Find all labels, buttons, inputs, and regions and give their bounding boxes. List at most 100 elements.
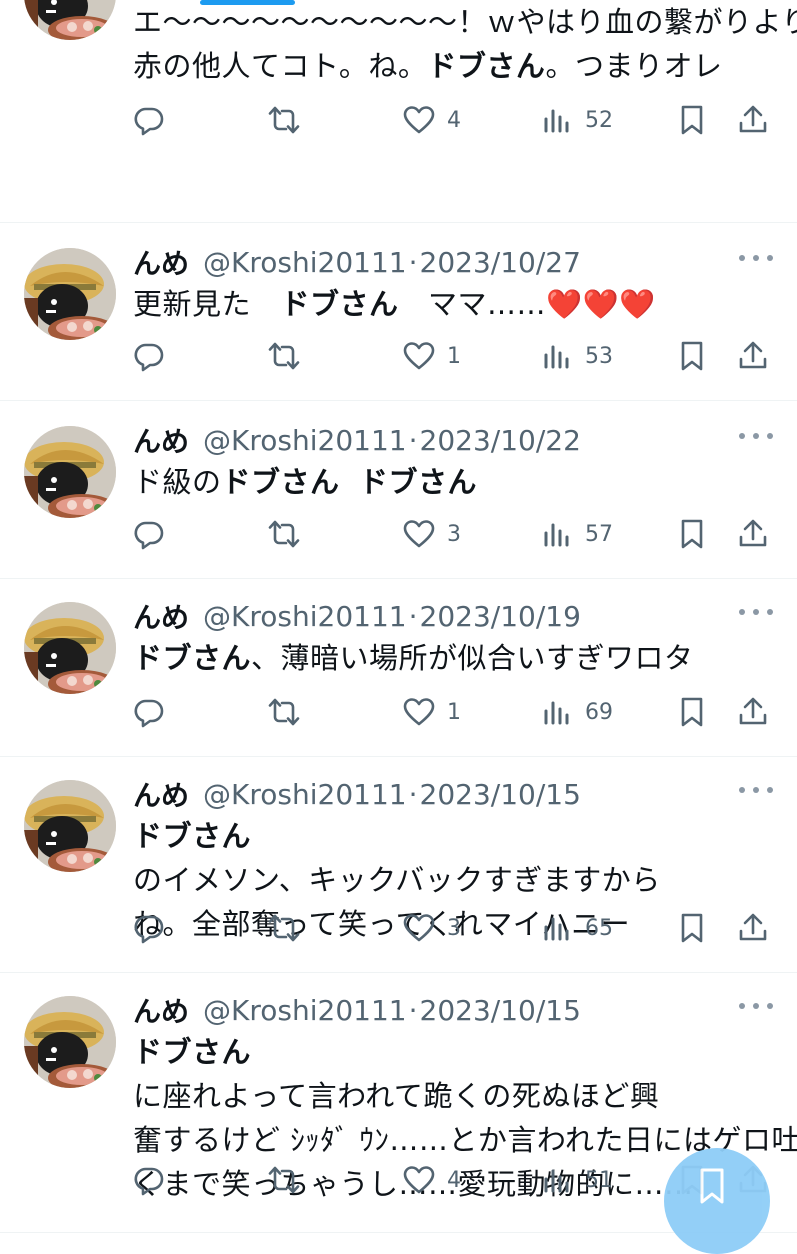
display-name[interactable]: んめ — [133, 596, 189, 636]
reply-button[interactable] — [133, 98, 165, 142]
retweet-icon — [268, 518, 300, 550]
avatar[interactable] — [24, 996, 116, 1088]
display-name[interactable]: んめ — [133, 990, 189, 1030]
bookmark-button[interactable] — [676, 98, 708, 142]
views-icon — [541, 340, 573, 372]
views-button[interactable]: 69 — [541, 690, 613, 734]
reply-button[interactable] — [133, 690, 165, 734]
tweet-date[interactable]: 2023/10/22 — [420, 424, 581, 457]
share-button[interactable] — [737, 512, 769, 556]
likes-count: 3 — [447, 521, 461, 547]
tweet[interactable]: んめ @Kroshi20111 · 2023/10/22 ド級のドブさん ドブさん 3 57 — [0, 400, 797, 579]
views-count: 69 — [585, 699, 613, 725]
text-segment: ド級の — [133, 465, 222, 499]
views-button[interactable]: 53 — [541, 334, 613, 378]
tweet[interactable]: んめ @Kroshi20111 · 2023/10/27 更新見た ドブさん ママ……❤… — [0, 222, 797, 401]
reply-button[interactable] — [133, 906, 165, 950]
like-button[interactable]: 4 — [403, 1158, 461, 1202]
tweet[interactable]: んめ@Kroshi20111·2023/10/25Twitter で褒められるの… — [0, 0, 797, 223]
retweet-button[interactable] — [268, 1158, 300, 1202]
views-icon — [541, 1164, 573, 1196]
highlighted-text: ドブさん — [133, 819, 252, 853]
more-icon[interactable] — [739, 780, 773, 800]
tweet-date[interactable]: 2023/10/15 — [420, 994, 581, 1027]
text-segment: 。つまりオレ — [545, 49, 723, 83]
bookmark-button[interactable] — [676, 690, 708, 734]
avatar[interactable] — [24, 602, 116, 694]
share-button[interactable] — [737, 906, 769, 950]
tweet-actions: 3 57 — [133, 512, 773, 556]
more-icon[interactable] — [739, 996, 773, 1016]
user-handle[interactable]: @Kroshi20111 — [203, 600, 407, 633]
views-count: 65 — [585, 915, 613, 941]
user-handle[interactable]: @Kroshi20111 — [203, 246, 407, 279]
reply-icon — [133, 104, 165, 136]
retweet-button[interactable] — [268, 690, 300, 734]
likes-count: 1 — [447, 699, 461, 725]
user-handle[interactable]: @Kroshi20111 — [203, 778, 407, 811]
views-button[interactable]: 51 — [541, 1158, 613, 1202]
tweet-date[interactable]: 2023/10/15 — [420, 778, 581, 811]
like-button[interactable]: 4 — [403, 98, 461, 142]
retweet-icon — [268, 696, 300, 728]
heart-icon — [403, 1164, 435, 1196]
reply-icon — [133, 1164, 165, 1196]
tweet-text-line: ドブさん、薄暗い場所が似合いすぎワロタ — [133, 636, 773, 680]
more-icon[interactable] — [739, 426, 773, 446]
tweet-text-line: 赤の他人てコト。ね。ドブさん。つまりオレ — [133, 44, 773, 88]
views-button[interactable]: 57 — [541, 512, 613, 556]
separator-dot: · — [408, 599, 418, 633]
like-button[interactable]: 1 — [403, 334, 461, 378]
reply-icon — [133, 912, 165, 944]
tweet-actions: 4 52 — [133, 98, 773, 142]
retweet-button[interactable] — [268, 334, 300, 378]
avatar[interactable] — [24, 248, 116, 340]
reply-button[interactable] — [133, 512, 165, 556]
more-icon[interactable] — [739, 602, 773, 622]
avatar[interactable] — [24, 780, 116, 872]
views-button[interactable]: 52 — [541, 98, 613, 142]
bookmark-button[interactable] — [676, 334, 708, 378]
display-name[interactable]: んめ — [133, 242, 189, 282]
reply-button[interactable] — [133, 334, 165, 378]
heart-icon — [403, 518, 435, 550]
display-name[interactable]: んめ — [133, 420, 189, 460]
tweet-text: ドブさん、薄暗い場所が似合いすぎワロタ — [133, 636, 773, 680]
share-button[interactable] — [737, 334, 769, 378]
tweet[interactable]: んめ @Kroshi20111 · 2023/10/19 ドブさん、薄暗い場所が似合いす… — [0, 578, 797, 757]
retweet-button[interactable] — [268, 906, 300, 950]
separator-dot: · — [408, 777, 418, 811]
more-icon[interactable] — [739, 248, 773, 268]
text-segment: 赤の他人てコト。ね。 — [133, 49, 428, 83]
tweet-date[interactable]: 2023/10/19 — [420, 600, 581, 633]
reply-button[interactable] — [133, 1158, 165, 1202]
user-handle[interactable]: @Kroshi20111 — [203, 994, 407, 1027]
like-button[interactable]: 3 — [403, 906, 461, 950]
avatar[interactable] — [24, 0, 116, 40]
views-icon — [541, 696, 573, 728]
likes-count: 4 — [447, 107, 461, 133]
tweet-content: んめ @Kroshi20111 · 2023/10/19 ドブさん、薄暗い場所が似合いす… — [133, 596, 773, 680]
likes-count: 3 — [447, 915, 461, 941]
tweet-header: んめ @Kroshi20111 · 2023/10/15 — [133, 774, 773, 814]
bookmark-button[interactable] — [676, 906, 708, 950]
retweet-icon — [268, 1164, 300, 1196]
display-name[interactable]: んめ — [133, 774, 189, 814]
share-button[interactable] — [737, 98, 769, 142]
retweet-button[interactable] — [268, 512, 300, 556]
compose-button[interactable] — [664, 1148, 770, 1254]
highlighted-text: ドブさん — [133, 1035, 252, 1069]
tweet[interactable]: んめ @Kroshi20111 · 2023/10/15 ドブさんのイメソン、キックバッ… — [0, 756, 797, 973]
user-handle[interactable]: @Kroshi20111 — [203, 424, 407, 457]
like-button[interactable]: 1 — [403, 690, 461, 734]
bookmark-button[interactable] — [676, 512, 708, 556]
views-button[interactable]: 65 — [541, 906, 613, 950]
retweet-button[interactable] — [268, 98, 300, 142]
tweet-date[interactable]: 2023/10/27 — [420, 246, 581, 279]
avatar[interactable] — [24, 426, 116, 518]
timeline: んめ@Kroshi20111·2023/10/25Twitter で褒められるの… — [0, 0, 797, 1233]
like-button[interactable]: 3 — [403, 512, 461, 556]
views-count: 52 — [585, 107, 613, 133]
share-button[interactable] — [737, 690, 769, 734]
text-segment: エ〜〜〜〜〜〜〜〜〜〜！ｗやはり血の繋がりより — [133, 5, 797, 39]
